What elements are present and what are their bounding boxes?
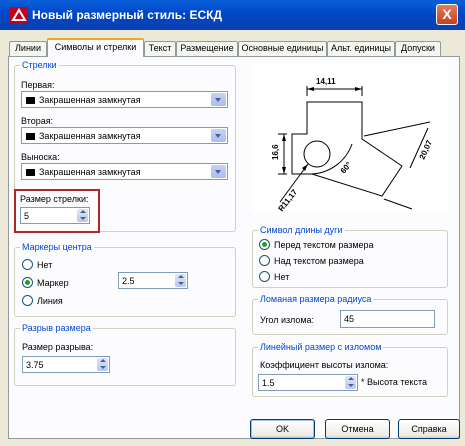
center-none-radio[interactable]: [22, 259, 33, 270]
cancel-button[interactable]: Отмена: [325, 419, 390, 439]
ok-button-label: OK: [275, 424, 289, 434]
dimension-preview: 14,11 16,6 20,07 60° R11,17: [252, 64, 448, 212]
spin-up-icon[interactable]: [178, 275, 184, 278]
arc-none-radio[interactable]: [259, 271, 270, 282]
tab-primary-units[interactable]: Основные единицы: [238, 41, 327, 56]
spin-down-icon[interactable]: [100, 366, 106, 369]
title-bar[interactable]: Новый размерный стиль: ЕСКД X: [0, 0, 465, 30]
tab-text[interactable]: Текст: [144, 41, 176, 56]
arc-above-text-radio[interactable]: [259, 255, 270, 266]
arc-before-text-label: Перед текстом размера: [274, 240, 374, 250]
arrow-size-label: Размер стрелки:: [20, 194, 89, 204]
autocad-app-icon: [10, 7, 28, 23]
spin-up-icon[interactable]: [100, 359, 106, 362]
spin-up-icon[interactable]: [80, 210, 86, 213]
window-title: Новый размерный стиль: ЕСКД: [32, 8, 223, 22]
jog-factor-value: 1.5: [262, 378, 275, 388]
tab-tolerances[interactable]: Допуски: [395, 41, 441, 56]
tab-fit[interactable]: Размещение: [176, 41, 238, 56]
break-size-label: Размер разрыва:: [22, 342, 94, 352]
close-icon: X: [442, 6, 452, 22]
tab-label: Основные единицы: [241, 43, 324, 53]
dimension-break-legend: Разрыв размера: [20, 323, 93, 333]
preview-dim-left: 16,6: [271, 144, 280, 160]
second-arrow-value: Закрашенная замкнутая: [39, 131, 141, 141]
spin-down-icon[interactable]: [348, 384, 354, 387]
arrow-size-spinner[interactable]: [77, 209, 88, 222]
jog-factor-suffix: * Высота текста: [361, 377, 428, 387]
tab-label: Размещение: [180, 43, 234, 53]
tab-label: Символы и стрелки: [54, 42, 137, 52]
leader-arrow-label: Выноска:: [21, 152, 60, 162]
break-size-spinner[interactable]: [97, 358, 108, 371]
chevron-down-icon: [215, 98, 221, 102]
leader-arrow-value: Закрашенная замкнутая: [39, 167, 141, 177]
closed-filled-arrow-icon: [26, 97, 35, 104]
closed-filled-arrow-icon: [26, 133, 35, 140]
leader-arrow-select[interactable]: Закрашенная замкнутая: [21, 163, 228, 180]
help-button-label: Справка: [411, 424, 447, 434]
center-mark-size-input[interactable]: 2.5: [118, 272, 188, 289]
first-arrow-label: Первая:: [21, 80, 55, 90]
tab-label: Допуски: [401, 43, 435, 53]
arc-length-legend: Символ длины дуги: [258, 225, 345, 235]
radius-jog-legend: Ломаная размера радиуса: [258, 294, 374, 304]
tab-label: Текст: [148, 43, 172, 53]
spin-up-icon[interactable]: [348, 377, 354, 380]
dropdown-button[interactable]: [211, 165, 226, 178]
second-arrow-select[interactable]: Закрашенная замкнутая: [21, 127, 228, 144]
center-mark-size-spinner[interactable]: [175, 274, 186, 287]
arrowheads-legend: Стрелки: [20, 60, 59, 70]
preview-background: [252, 64, 448, 212]
jog-angle-value: 45: [344, 314, 355, 324]
dropdown-button[interactable]: [211, 129, 226, 142]
center-none-label: Нет: [37, 260, 53, 270]
arc-before-text-radio[interactable]: [259, 239, 270, 250]
break-size-value: 3.75: [26, 360, 44, 370]
center-mark-label: Маркер: [37, 278, 69, 288]
close-button[interactable]: X: [436, 4, 458, 25]
jog-angle-label: Угол излома:: [260, 315, 315, 325]
arc-none-label: Нет: [274, 272, 290, 282]
center-mark-size-value: 2.5: [122, 276, 135, 286]
ok-button[interactable]: OK: [250, 419, 315, 439]
tab-label: Альт. единицы: [330, 43, 392, 53]
arrow-size-value: 5: [24, 211, 30, 221]
center-line-radio[interactable]: [22, 295, 33, 306]
tab-lines[interactable]: Линии: [9, 41, 47, 56]
help-button[interactable]: Справка: [398, 419, 460, 439]
arc-above-text-label: Над текстом размера: [274, 256, 364, 266]
jog-factor-input[interactable]: 1.5: [258, 374, 358, 391]
chevron-down-icon: [215, 134, 221, 138]
preview-dim-top: 14,11: [316, 77, 336, 86]
center-line-label: Линия: [37, 296, 63, 306]
first-arrow-select[interactable]: Закрашенная замкнутая: [21, 91, 228, 108]
center-mark-radio[interactable]: [22, 277, 33, 288]
closed-filled-arrow-icon: [26, 169, 35, 176]
tab-label: Линии: [15, 43, 41, 53]
tab-alt-units[interactable]: Альт. единицы: [327, 41, 395, 56]
dropdown-button[interactable]: [211, 93, 226, 106]
first-arrow-value: Закрашенная замкнутая: [39, 95, 141, 105]
jog-angle-input[interactable]: 45: [340, 310, 435, 328]
break-size-input[interactable]: 3.75: [22, 356, 110, 373]
cancel-button-label: Отмена: [341, 424, 374, 434]
linear-jog-legend: Линейный размер с изломом: [258, 342, 384, 352]
second-arrow-label: Вторая:: [21, 116, 54, 126]
arrow-size-input[interactable]: 5: [20, 207, 90, 224]
spin-down-icon[interactable]: [178, 282, 184, 285]
tab-symbols-arrows[interactable]: Символы и стрелки: [47, 38, 144, 57]
center-marks-legend: Маркеры центра: [20, 242, 94, 252]
jog-factor-label: Коэффициент высоты излома:: [260, 360, 389, 370]
chevron-down-icon: [215, 170, 221, 174]
spin-down-icon[interactable]: [80, 217, 86, 220]
jog-factor-spinner[interactable]: [345, 376, 356, 389]
